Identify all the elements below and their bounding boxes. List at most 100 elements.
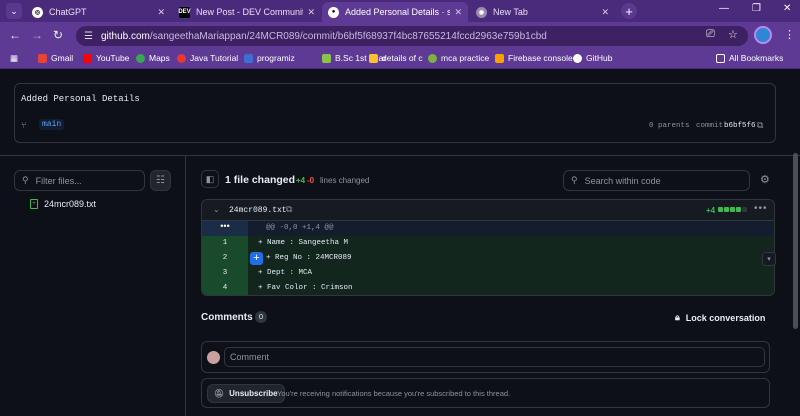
comment-input[interactable]: Comment (224, 347, 765, 367)
sliders-icon: ☷ (156, 175, 165, 186)
folder-icon (322, 53, 331, 63)
comment-composer: Comment (201, 341, 770, 373)
unsubscribe-button[interactable]: 🔕︎ Unsubscribe (207, 384, 285, 403)
file-tree-item[interactable]: + 24mcr089.txt (30, 199, 96, 209)
tab-chatgpt[interactable]: ◎ ChatGPT ✕ (26, 2, 171, 22)
expand-hunk-button[interactable]: ••• (202, 221, 248, 236)
forward-arrow-icon[interactable]: → (31, 28, 43, 42)
all-bookmarks[interactable]: All Bookmarks (716, 53, 783, 63)
dev-icon: DEV (178, 6, 191, 18)
copy-icon[interactable]: ⧉ (757, 120, 763, 131)
restore-icon[interactable]: ❐ (752, 3, 761, 14)
maps-icon (136, 53, 145, 63)
bookmark-maps[interactable]: Maps (136, 53, 170, 63)
toggle-file-tree-button[interactable]: ◧ (201, 170, 219, 188)
divider (0, 155, 800, 156)
line-number[interactable]: 4 (202, 281, 248, 295)
file-added-icon: + (30, 199, 38, 209)
chevron-down-icon: ▾ (767, 256, 771, 263)
chrome-icon: ◉ (476, 6, 487, 18)
close-window-icon[interactable]: ✕ (783, 3, 791, 14)
lock-icon: 🔒︎ (675, 312, 680, 322)
bookmark-programiz[interactable]: programiz (244, 53, 295, 63)
bookmark-mca-practice[interactable]: mca practice (428, 53, 489, 63)
folder-icon (716, 53, 725, 63)
bookmark-gmail[interactable]: Gmail (38, 53, 73, 63)
programiz-icon (244, 53, 253, 63)
more-menu-icon[interactable]: ⋮ (784, 28, 795, 41)
line-code: + Name : Sangeetha M (258, 239, 349, 247)
bookmark-details-of-c[interactable]: details of c (369, 53, 423, 63)
git-branch-icon: ⑂ (21, 120, 27, 130)
file-diff-header: ⌄ 24mcr089.txt ⧉ +4 ••• (202, 200, 774, 221)
search-icon: ⚲ (22, 175, 29, 185)
tab-search-icon[interactable]: ⌄ (6, 3, 22, 19)
line-code: + Fav Color : Crimson (258, 284, 353, 292)
line-number[interactable]: 1 (202, 236, 248, 251)
site-info-icon[interactable]: ☰ (84, 31, 93, 42)
diffstat-bar (718, 207, 747, 212)
close-tab-icon[interactable]: ✕ (157, 7, 165, 18)
commit-sha: b6bf5f6 (724, 122, 756, 130)
close-tab-icon[interactable]: ✕ (307, 7, 315, 18)
address-bar-row: ← → ↻ ☰ github.com/sangeethaMariappan/24… (0, 22, 800, 49)
commit-message: Added Personal Details (21, 94, 140, 104)
bookmark-java-tutorial[interactable]: Java Tutorial (177, 53, 238, 63)
chatgpt-icon: ◎ (32, 6, 43, 18)
more-options-icon[interactable]: ••• (754, 203, 768, 214)
line-number[interactable]: 3 (202, 266, 248, 281)
github-icon (573, 53, 582, 63)
gear-icon[interactable]: ⚙ (760, 173, 770, 186)
avatar (207, 351, 220, 364)
close-tab-icon[interactable]: ✕ (454, 7, 462, 18)
new-tab-button[interactable]: + (621, 3, 637, 19)
apps-grid-icon[interactable]: ▦ (10, 53, 18, 64)
sidebar-collapse-icon: ◧ (205, 173, 215, 184)
line-number[interactable]: 2 (202, 251, 248, 266)
notification-reason: You're receiving notifications because y… (277, 389, 511, 398)
heart-icon (177, 53, 186, 63)
diff-stat: +4 (706, 206, 716, 215)
tab-new-tab[interactable]: ◉ New Tab ✕ (470, 2, 615, 22)
reload-icon[interactable]: ↻ (53, 28, 63, 42)
notifications-box: 🔕︎ Unsubscribe You're receiving notifica… (201, 378, 770, 408)
bookmark-star-icon[interactable]: ☆ (728, 28, 738, 41)
bookmark-youtube[interactable]: YouTube (83, 53, 129, 63)
comments-count-badge: 0 (255, 311, 267, 323)
minimize-icon[interactable]: — (719, 3, 729, 14)
profile-avatar[interactable] (754, 26, 772, 44)
copy-icon[interactable]: ⧉ (286, 204, 292, 215)
lines-changed-label: lines changed (320, 176, 370, 185)
url-input[interactable]: ☰ github.com/sangeethaMariappan/24MCR089… (76, 26, 748, 46)
bookmark-github[interactable]: GitHub (573, 53, 612, 63)
search-code-input[interactable]: ⚲ Search within code (563, 170, 750, 191)
scrollbar-thumb[interactable] (793, 153, 798, 329)
branch-label[interactable]: main (39, 119, 65, 130)
bell-slash-icon: 🔕︎ (214, 389, 225, 398)
chevron-down-icon[interactable]: ⌄ (213, 205, 220, 214)
diff-filename[interactable]: 24mcr089.txt (229, 206, 287, 215)
install-app-icon[interactable]: ⎚ (706, 28, 715, 41)
close-tab-icon[interactable]: ✕ (601, 7, 609, 18)
tab-dev-community[interactable]: DEV New Post - DEV Community ✕ (173, 2, 321, 22)
filter-options-button[interactable]: ☷ (150, 170, 171, 191)
search-icon: ⚲ (571, 175, 578, 185)
lock-conversation-button[interactable]: 🔒︎ Lock conversation (675, 312, 765, 323)
line-code: + Reg No : 24MCR089 (266, 254, 352, 262)
filter-files-input[interactable]: ⚲ Filter files... (14, 170, 145, 191)
diff-line: 3 + Dept : MCA (202, 266, 774, 281)
add-comment-button[interactable]: + (250, 252, 263, 265)
additions-count: +4 (296, 176, 306, 185)
diff-line: 2 + + Reg No : 24MCR089 (202, 251, 774, 266)
files-changed-count: 1 file changed (225, 174, 296, 186)
bookmark-firebase[interactable]: Firebase console (495, 53, 573, 63)
back-arrow-icon[interactable]: ← (9, 28, 21, 42)
deletions-count: -0 (307, 176, 315, 185)
line-code: + Dept : MCA (258, 269, 313, 277)
tab-github-commit[interactable]: ● Added Personal Details · sange... ✕ (322, 2, 468, 22)
hunk-header-text: @@ -0,0 +1,4 @@ (266, 224, 334, 232)
github-commit-page: Added Personal Details ⑂ main 0 parents … (0, 69, 800, 416)
youtube-icon (83, 53, 92, 63)
line-options-button[interactable]: ▾ (762, 252, 776, 266)
diff-line: 1 + Name : Sangeetha M (202, 236, 774, 251)
